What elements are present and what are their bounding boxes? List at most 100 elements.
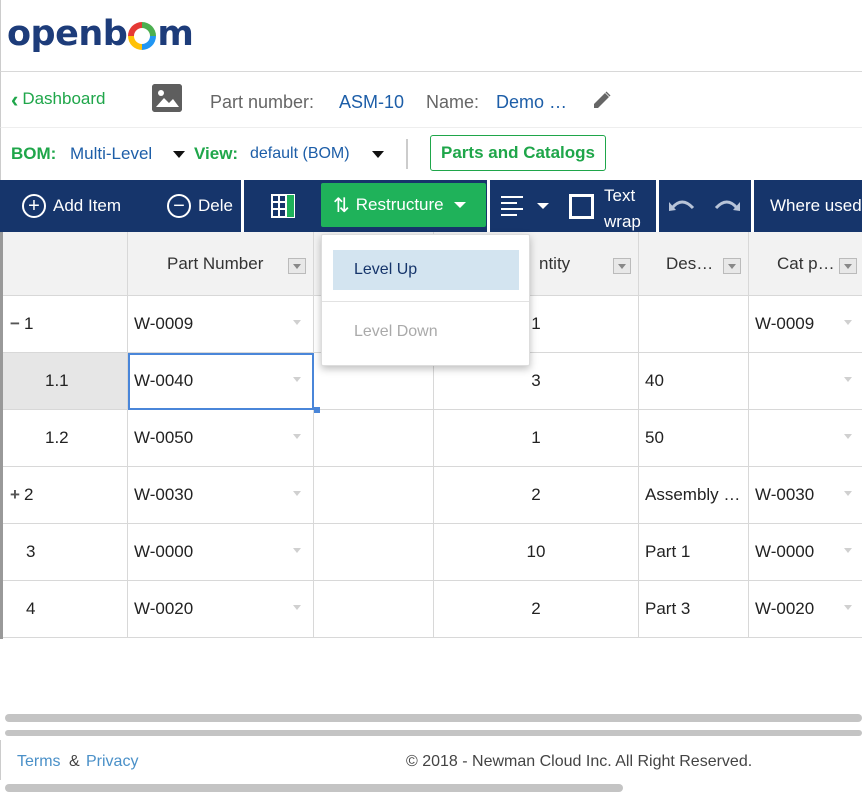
column-header-description[interactable]: Des… (639, 232, 749, 296)
cell-part-number[interactable]: W-0040 (128, 353, 314, 410)
footer: Terms & Privacy © 2018 - Newman Cloud In… (0, 740, 862, 780)
cell-description[interactable]: Part 1 (639, 524, 749, 581)
cell-text: 2 (531, 485, 541, 504)
cell-text: 10 (526, 542, 546, 561)
cell-dropdown-chevron-icon[interactable] (844, 491, 852, 496)
page-horizontal-scrollbar[interactable] (5, 784, 623, 792)
cell-column-3[interactable] (314, 410, 434, 467)
view-dropdown-chevron-icon[interactable] (372, 151, 384, 158)
privacy-link[interactable]: Privacy (86, 753, 138, 771)
grid-horizontal-scrollbar-secondary[interactable] (5, 730, 862, 736)
cell-dropdown-chevron-icon[interactable] (293, 377, 301, 382)
add-item-button[interactable]: + Add Item (22, 180, 121, 232)
cell-column-3[interactable] (314, 581, 434, 638)
restructure-button[interactable]: ⇅ Restructure (321, 183, 486, 227)
cell-text: W-0009 (134, 314, 194, 333)
cell-text: W-0030 (755, 485, 815, 504)
cell-text: W-0020 (134, 599, 194, 618)
cell-text: W-0009 (755, 314, 815, 333)
grid-horizontal-scrollbar[interactable] (5, 714, 862, 722)
cell-dropdown-chevron-icon[interactable] (293, 605, 301, 610)
openbom-logo[interactable]: openb m (7, 14, 194, 54)
cell-text: 3 (26, 542, 36, 561)
column-header-part-number[interactable]: Part Number (128, 232, 314, 296)
cell-catalog-part[interactable]: W-0009 (749, 296, 862, 353)
cell-part-number[interactable]: W-0000 (128, 524, 314, 581)
cell-text: 4 (26, 599, 36, 618)
where-used-button[interactable]: Where used (770, 180, 862, 232)
terms-link[interactable]: Terms (17, 753, 61, 771)
cell-column-3[interactable] (314, 467, 434, 524)
cell-dropdown-chevron-icon[interactable] (844, 548, 852, 553)
column-filter-icon[interactable] (613, 258, 631, 274)
cell-dropdown-chevron-icon[interactable] (293, 491, 301, 496)
cell-description[interactable]: Part 3 (639, 581, 749, 638)
cell-level[interactable]: −1 (3, 296, 128, 353)
cell-level[interactable]: 3 (3, 524, 128, 581)
redo-button[interactable] (713, 180, 741, 232)
expand-plus-icon[interactable]: + (10, 485, 20, 505)
pencil-icon[interactable] (591, 89, 613, 111)
cell-catalog-part[interactable] (749, 353, 862, 410)
align-chevron-down-icon (537, 203, 549, 209)
cell-catalog-part[interactable]: W-0020 (749, 581, 862, 638)
column-filter-icon[interactable] (839, 258, 857, 274)
restructure-label: Restructure (355, 195, 444, 214)
cell-catalog-part[interactable] (749, 410, 862, 467)
cell-level[interactable]: +2 (3, 467, 128, 524)
cell-dropdown-chevron-icon[interactable] (844, 605, 852, 610)
cell-level[interactable]: 4 (3, 581, 128, 638)
dashboard-back-link[interactable]: ‹ Dashboard (11, 88, 106, 110)
cell-text: 1 (23, 314, 34, 333)
cell-catalog-part[interactable]: W-0030 (749, 467, 862, 524)
parts-and-catalogs-button[interactable]: Parts and Catalogs (430, 135, 606, 171)
image-icon[interactable] (152, 84, 182, 112)
bom-dropdown-chevron-icon[interactable] (173, 151, 185, 158)
cell-quantity[interactable]: 10 (434, 524, 639, 581)
restructure-menu: Level Up Level Down (321, 234, 530, 366)
cell-part-number[interactable]: W-0020 (128, 581, 314, 638)
delete-button[interactable]: − Dele (167, 180, 233, 232)
cell-dropdown-chevron-icon[interactable] (293, 548, 301, 553)
cell-part-number[interactable]: W-0009 (128, 296, 314, 353)
bom-type-select[interactable]: Multi-Level (70, 144, 152, 164)
view-select[interactable]: default (BOM) (250, 145, 350, 163)
fill-handle[interactable] (314, 407, 320, 413)
cell-level[interactable]: 1.1 (3, 353, 128, 410)
undo-button[interactable] (668, 180, 696, 232)
menu-item-level-down[interactable]: Level Down (333, 312, 519, 352)
menu-item-level-up[interactable]: Level Up (333, 250, 519, 290)
cell-text: Assembly … (645, 485, 741, 504)
column-header-catalog-part[interactable]: Cat p… (749, 232, 862, 296)
cell-level[interactable]: 1.2 (3, 410, 128, 467)
cell-text: W-0050 (134, 428, 194, 447)
text-wrap-checkbox[interactable] (569, 180, 594, 232)
align-left-icon (501, 196, 523, 216)
align-button[interactable] (499, 180, 549, 232)
columns-grid-button[interactable] (270, 180, 296, 232)
breadcrumb-row: ‹ Dashboard Part number: ASM-10 Name: De… (0, 72, 862, 128)
cell-text: 1 (531, 314, 541, 333)
cell-quantity[interactable]: 2 (434, 581, 639, 638)
cell-column-3[interactable] (314, 524, 434, 581)
cell-dropdown-chevron-icon[interactable] (844, 377, 852, 382)
cell-dropdown-chevron-icon[interactable] (293, 434, 301, 439)
collapse-minus-icon[interactable]: − (10, 314, 20, 334)
cell-description[interactable]: Assembly … (639, 467, 749, 524)
column-filter-icon[interactable] (288, 258, 306, 274)
column-filter-icon[interactable] (723, 258, 741, 274)
cell-catalog-part[interactable]: W-0000 (749, 524, 862, 581)
cell-quantity[interactable]: 2 (434, 467, 639, 524)
cell-part-number[interactable]: W-0050 (128, 410, 314, 467)
cell-description[interactable] (639, 296, 749, 353)
column-grid-icon (271, 194, 295, 218)
toolbar-divider (487, 180, 490, 232)
cell-dropdown-chevron-icon[interactable] (844, 434, 852, 439)
cell-description[interactable]: 50 (639, 410, 749, 467)
cell-quantity[interactable]: 1 (434, 410, 639, 467)
cell-dropdown-chevron-icon[interactable] (293, 320, 301, 325)
cell-part-number[interactable]: W-0030 (128, 467, 314, 524)
cell-dropdown-chevron-icon[interactable] (844, 320, 852, 325)
toolbar-divider (656, 180, 659, 232)
cell-description[interactable]: 40 (639, 353, 749, 410)
